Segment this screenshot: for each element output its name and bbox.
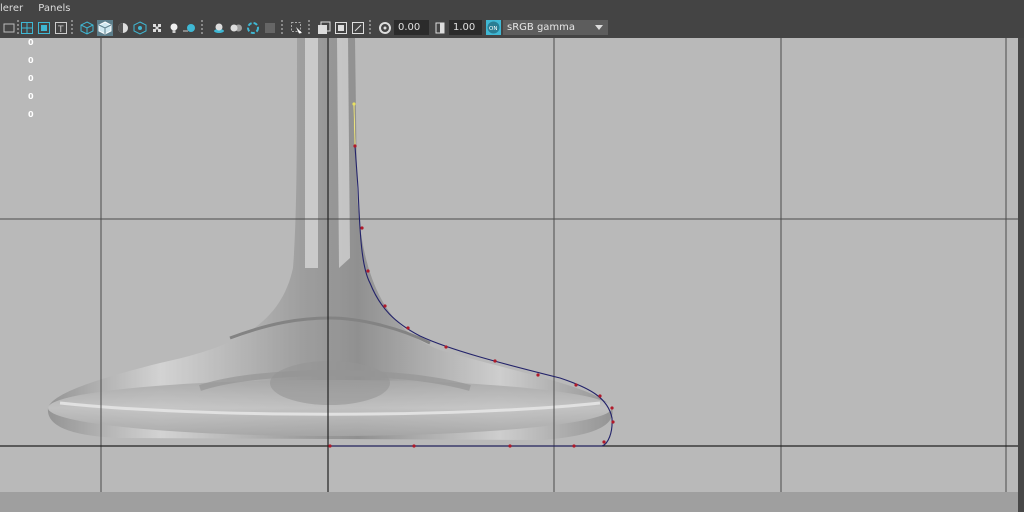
curve-start-point[interactable] xyxy=(352,102,356,106)
exposure-icon[interactable] xyxy=(378,21,392,35)
chevron-down-icon xyxy=(595,25,603,30)
lights-icon[interactable] xyxy=(167,21,181,35)
snapshot-icon[interactable] xyxy=(317,21,331,35)
hud-value: 0 xyxy=(28,74,34,83)
menu-panels[interactable]: Panels xyxy=(38,0,76,18)
motion-blur-icon[interactable] xyxy=(229,21,243,35)
hud-value: 0 xyxy=(28,38,34,47)
select-icon[interactable] xyxy=(290,21,304,35)
gamma-input[interactable]: 1.00 xyxy=(449,20,482,35)
color-space-select[interactable]: sRGB gamma xyxy=(503,20,608,35)
smooth-shade-icon[interactable] xyxy=(97,20,113,36)
camera-icon[interactable] xyxy=(2,21,16,35)
texture-icon[interactable] xyxy=(150,21,164,35)
resolution-gate-icon[interactable] xyxy=(37,21,51,35)
color-management-badge: ON xyxy=(489,26,497,32)
color-management-icon[interactable]: ON xyxy=(486,20,501,35)
reference-glass-image xyxy=(47,38,613,440)
exposure-input[interactable]: 0.00 xyxy=(394,20,429,35)
gamma-icon[interactable] xyxy=(433,21,447,35)
frame-icon[interactable] xyxy=(351,21,365,35)
svg-text:T: T xyxy=(57,25,64,35)
depth-of-field-icon[interactable] xyxy=(263,21,277,35)
xray-icon[interactable] xyxy=(116,21,130,35)
toolbar-separator xyxy=(281,20,283,36)
isolate-icon[interactable] xyxy=(133,21,147,35)
toolbar-separator xyxy=(17,20,19,36)
viewport-toolbar: T 0.00 1.00 ON sRGB gamma xyxy=(0,18,1024,38)
film-gate-icon[interactable]: T xyxy=(54,21,68,35)
color-space-label: sRGB gamma xyxy=(507,22,576,33)
hud-value: 0 xyxy=(28,56,34,65)
toolbar-separator xyxy=(369,20,371,36)
hud-value: 0 xyxy=(28,110,34,119)
viewport-scene xyxy=(0,38,1018,492)
toolbar-separator xyxy=(201,20,203,36)
grid-icon[interactable] xyxy=(20,21,34,35)
shadows-icon[interactable] xyxy=(182,21,196,35)
menu-renderer[interactable]: lerer xyxy=(0,0,29,18)
viewport-right-border xyxy=(1018,38,1024,512)
viewport-bottom-strip xyxy=(0,492,1018,512)
viewport-3d[interactable]: 0 0 0 0 0 xyxy=(0,38,1018,492)
toolbar-separator xyxy=(308,20,310,36)
anti-alias-icon[interactable] xyxy=(246,21,260,35)
toolbar-separator xyxy=(71,20,73,36)
menu-bar: lerer Panels xyxy=(0,0,1024,18)
wireframe-icon[interactable] xyxy=(80,21,94,35)
playblast-icon[interactable] xyxy=(334,21,348,35)
hud-value: 0 xyxy=(28,92,34,101)
ambient-occlusion-icon[interactable] xyxy=(212,21,226,35)
